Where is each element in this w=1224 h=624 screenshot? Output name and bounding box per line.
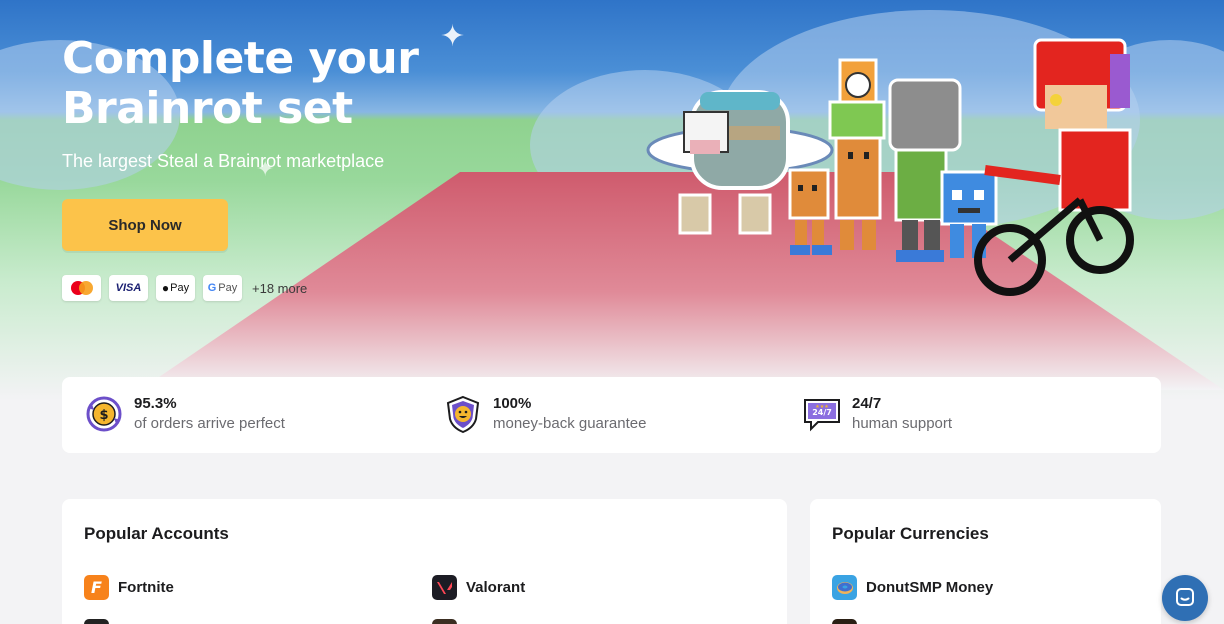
valorant-icon <box>432 575 457 600</box>
panel-title: Popular Currencies <box>832 524 989 543</box>
coin-cycle-icon: $ <box>84 394 124 434</box>
google-pay-icon: G Pay <box>203 275 242 301</box>
more-payments-label: +18 more <box>252 280 308 296</box>
svg-text:$: $ <box>99 408 108 423</box>
stat-value: 24/7 <box>852 395 882 412</box>
brainrot-characters-illustration <box>646 38 1134 296</box>
currency-item-label: DonutSMP Money <box>866 579 994 596</box>
hero-subtitle: The largest Steal a Brainrot marketplace <box>62 151 385 171</box>
small-orange-character <box>788 168 832 255</box>
stat-money-back: 100% money-back guarantee <box>443 394 646 435</box>
currency-item-donutsmp[interactable]: DonutSMP Money <box>832 575 993 600</box>
donutsmp-icon <box>832 575 857 600</box>
payment-methods: VISA ● Pay G Pay +18 more <box>62 275 307 301</box>
mastercard-icon <box>62 275 101 301</box>
stat-label: money-back guarantee <box>493 415 647 432</box>
shop-now-button[interactable]: Shop Now <box>62 199 228 251</box>
clock-frog-character <box>828 58 886 250</box>
next-item-icon <box>432 619 457 624</box>
stat-label: human support <box>852 415 953 432</box>
svg-text:★★★: ★★★ <box>815 404 829 410</box>
next-item-icon <box>832 619 857 624</box>
stat-human-support: 24/7 ★★★ 24/7 human support <box>802 394 952 435</box>
stat-value: 95.3% <box>134 395 177 412</box>
stat-label: of orders arrive perfect <box>134 415 285 432</box>
visa-icon: VISA <box>109 275 148 301</box>
stat-orders-perfect: $ 95.3% of orders arrive perfect <box>84 394 285 435</box>
support-chat-button[interactable] <box>1162 575 1208 621</box>
account-item-label: Valorant <box>466 579 526 596</box>
trust-stats-bar: $ 95.3% of orders arrive perfect 100% mo… <box>62 377 1161 453</box>
popular-currencies-panel: Popular Currencies DonutSMP Money <box>810 499 1161 624</box>
account-item-label: Fortnite <box>118 579 174 596</box>
panel-title: Popular Accounts <box>84 524 229 543</box>
account-item-fortnite[interactable]: F Fortnite <box>84 575 174 600</box>
chat-bubble-icon <box>1174 586 1196 611</box>
account-item-valorant[interactable]: Valorant <box>432 575 525 600</box>
red-biker-character <box>974 38 1134 296</box>
hero-title: Complete your Brainrot set <box>62 33 419 134</box>
stat-value: 100% <box>493 395 532 412</box>
shield-smile-icon <box>443 394 483 434</box>
apple-pay-icon: ● Pay <box>156 275 195 301</box>
blue-box-character <box>940 170 998 258</box>
hero-banner: ✦ ✦ Complete your Brainrot set The large… <box>0 0 1224 400</box>
popular-accounts-panel: Popular Accounts F Fortnite Valorant <box>62 499 787 624</box>
next-item-icon <box>84 619 109 624</box>
fortnite-icon: F <box>84 575 109 600</box>
support-chat-icon: 24/7 ★★★ <box>802 394 842 434</box>
